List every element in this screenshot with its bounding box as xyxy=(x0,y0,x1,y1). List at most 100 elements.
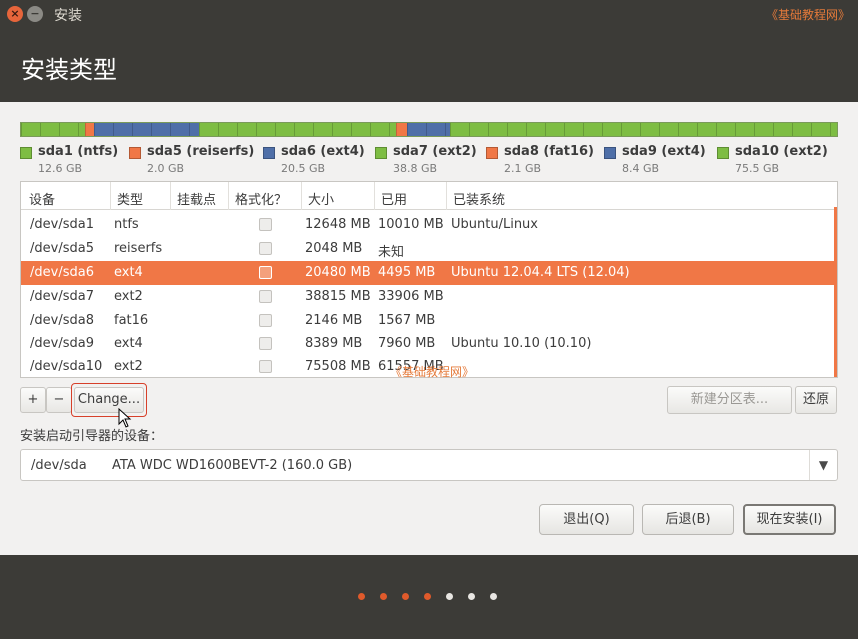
legend-partition-name: sda8 (fat16) xyxy=(504,144,595,159)
legend-swatch xyxy=(717,147,729,159)
column-header-size[interactable]: 大小 xyxy=(308,189,334,208)
watermark: 《基础教程网》 xyxy=(390,365,475,379)
cell-device: /dev/sda7 xyxy=(30,289,94,304)
add-partition-button[interactable]: + xyxy=(20,387,46,413)
cell-size: 2146 MB xyxy=(305,313,363,328)
progress-footer xyxy=(0,555,858,639)
watermark: 《基础教程网》 xyxy=(765,8,850,22)
cell-used: 7960 MB xyxy=(378,336,436,351)
format-checkbox[interactable] xyxy=(259,290,272,303)
format-checkbox[interactable] xyxy=(259,242,272,255)
minimize-icon[interactable]: − xyxy=(27,6,43,22)
table-header: 设备 类型 挂载点 格式化？ 大小 已用 已装系统 xyxy=(21,182,837,210)
dropdown-arrow-icon[interactable]: ▼ xyxy=(809,450,837,480)
partition-segment xyxy=(198,123,397,136)
legend-partition-name: sda10 (ext2) xyxy=(735,144,828,159)
back-button[interactable]: 后退(B) xyxy=(642,504,734,535)
quit-button[interactable]: 退出(Q) xyxy=(539,504,634,535)
cell-size: 75508 MB xyxy=(305,359,371,374)
partition-segment xyxy=(396,123,407,136)
legend-partition-name: sda6 (ext4) xyxy=(281,144,365,159)
legend-partition-size: 2.1 GB xyxy=(504,162,542,175)
new-partition-table-button[interactable]: 新建分区表... xyxy=(667,386,792,414)
cell-device: /dev/sda5 xyxy=(30,241,94,256)
table-row[interactable]: /dev/sda7 ext2 38815 MB 33906 MB xyxy=(21,285,835,309)
legend-partition-name: sda5 (reiserfs) xyxy=(147,144,255,159)
cell-used: 1567 MB xyxy=(378,313,436,328)
install-now-button[interactable]: 现在安装(I) xyxy=(743,504,836,535)
progress-step-dot xyxy=(358,593,365,600)
cell-used: 未知 xyxy=(378,245,405,260)
cell-size: 8389 MB xyxy=(305,336,363,351)
bootloader-device-select[interactable]: /dev/sda ATA WDC WD1600BEVT-2 (160.0 GB)… xyxy=(20,449,838,481)
legend-partition-name: sda1 (ntfs) xyxy=(38,144,119,159)
column-header-format[interactable]: 格式化？ xyxy=(235,189,287,208)
legend-partition-name: sda9 (ext4) xyxy=(622,144,706,159)
legend-swatch xyxy=(129,147,141,159)
focus-ring xyxy=(71,383,147,417)
cell-device: /dev/sda6 xyxy=(30,265,94,280)
progress-step-dot xyxy=(424,593,431,600)
cell-used: 4495 MB xyxy=(378,265,436,280)
cell-size: 20480 MB xyxy=(305,265,371,280)
revert-button[interactable]: 还原 xyxy=(795,386,837,414)
table-row[interactable]: /dev/sda6 ext4 20480 MB 4495 MB Ubuntu 1… xyxy=(21,261,835,285)
format-checkbox[interactable] xyxy=(259,360,272,373)
partition-segment xyxy=(450,123,837,136)
format-checkbox[interactable] xyxy=(259,337,272,350)
partition-usage-bar xyxy=(20,122,838,137)
legend-swatch xyxy=(263,147,275,159)
column-header-device[interactable]: 设备 xyxy=(29,189,55,208)
table-row[interactable]: /dev/sda8 fat16 2146 MB 1567 MB xyxy=(21,309,835,333)
remove-partition-button[interactable]: − xyxy=(46,387,72,413)
table-scrollbar[interactable] xyxy=(834,207,837,377)
legend-partition-size: 8.4 GB xyxy=(622,162,660,175)
format-checkbox[interactable] xyxy=(259,218,272,231)
format-checkbox[interactable] xyxy=(259,314,272,327)
cell-type: ext4 xyxy=(114,265,143,280)
column-header-mount[interactable]: 挂载点 xyxy=(177,189,216,208)
cell-type: fat16 xyxy=(114,313,149,328)
cell-size: 12648 MB xyxy=(305,217,371,232)
cell-size: 2048 MB xyxy=(305,241,363,256)
legend-swatch xyxy=(604,147,616,159)
legend-partition-size: 20.5 GB xyxy=(281,162,326,175)
cell-installed-os: Ubuntu 12.04.4 LTS (12.04) xyxy=(451,265,630,280)
bootloader-device-path: /dev/sda xyxy=(31,458,87,473)
legend-swatch xyxy=(20,147,32,159)
cell-size: 38815 MB xyxy=(305,289,371,304)
legend-swatch xyxy=(486,147,498,159)
legend-partition-size: 12.6 GB xyxy=(38,162,83,175)
cell-used: 33906 MB xyxy=(378,289,444,304)
table-row[interactable]: /dev/sda9 ext4 8389 MB 7960 MB Ubuntu 10… xyxy=(21,332,835,356)
progress-step-dot xyxy=(490,593,497,600)
partition-legend: sda1 (ntfs) 12.6 GB sda5 (reiserfs) 2.0 GB s… xyxy=(20,144,838,176)
partition-segment xyxy=(406,123,451,136)
cell-device: /dev/sda10 xyxy=(30,359,103,374)
progress-step-dot xyxy=(402,593,409,600)
progress-step-dot xyxy=(468,593,475,600)
cell-type: ext2 xyxy=(114,359,143,374)
main-panel: sda1 (ntfs) 12.6 GB sda5 (reiserfs) 2.0 GB s… xyxy=(0,102,858,555)
cell-type: ext4 xyxy=(114,336,143,351)
partition-table[interactable]: 设备 类型 挂载点 格式化？ 大小 已用 已装系统 /dev/sda1 ntfs… xyxy=(20,181,838,378)
page-header: 安装类型 xyxy=(0,28,858,102)
table-row[interactable]: /dev/sda5 reiserfs 2048 MB 未知 xyxy=(21,237,835,261)
cell-type: ext2 xyxy=(114,289,143,304)
cell-used: 10010 MB xyxy=(378,217,444,232)
table-row[interactable]: /dev/sda1 ntfs 12648 MB 10010 MB Ubuntu/… xyxy=(21,213,835,237)
window-title: 安装 xyxy=(54,8,82,24)
format-checkbox[interactable] xyxy=(259,266,272,279)
column-header-installed-os[interactable]: 已装系统 xyxy=(453,189,505,208)
close-icon[interactable]: × xyxy=(7,6,23,22)
column-header-used[interactable]: 已用 xyxy=(381,189,407,208)
progress-step-dot xyxy=(446,593,453,600)
column-header-type[interactable]: 类型 xyxy=(117,189,143,208)
cell-installed-os: Ubuntu 10.10 (10.10) xyxy=(451,336,592,351)
cell-device: /dev/sda9 xyxy=(30,336,94,351)
legend-partition-size: 75.5 GB xyxy=(735,162,780,175)
bootloader-device-label: 安装启动引导器的设备： xyxy=(20,429,164,444)
cell-device: /dev/sda8 xyxy=(30,313,94,328)
partition-segment xyxy=(21,123,85,136)
page-title: 安装类型 xyxy=(21,56,117,84)
